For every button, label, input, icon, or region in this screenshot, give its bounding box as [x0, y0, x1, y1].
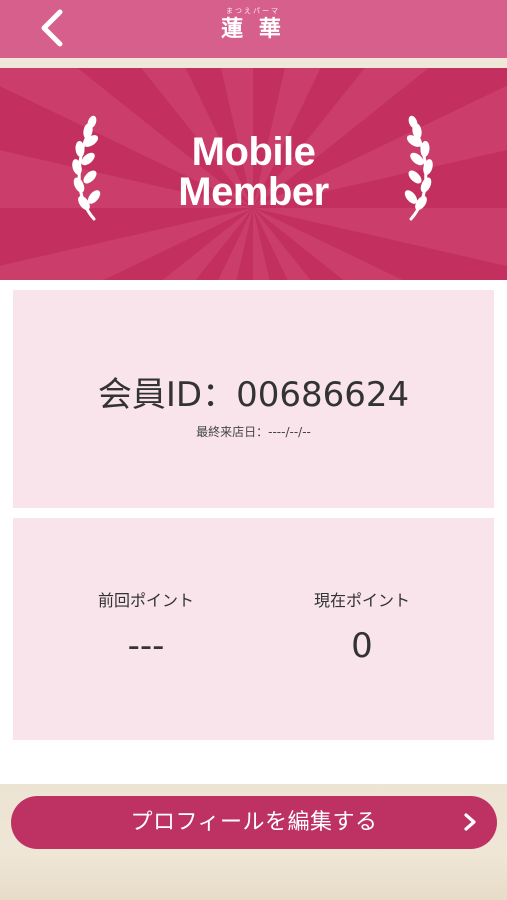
- last-visit-label: 最終来店日：: [196, 425, 269, 439]
- member-id-value: 00686624: [236, 375, 410, 415]
- member-banner: Mobile Member: [0, 68, 507, 280]
- laurel-icon: [404, 115, 433, 221]
- previous-points-value: ---: [127, 626, 165, 666]
- chevron-left-icon: [41, 9, 63, 47]
- brand-logo: まつえパーマ 蓮 華: [203, 6, 303, 52]
- current-points-label: 現在ポイント: [313, 591, 410, 610]
- edit-profile-button[interactable]: プロフィールを編集する: [11, 796, 497, 849]
- member-id: 会員ID：00686624: [13, 374, 494, 416]
- points-card: 前回ポイント --- 現在ポイント 0: [13, 518, 494, 740]
- member-id-card: 会員ID：00686624 最終来店日：----/--/--: [13, 290, 494, 508]
- last-visit: 最終来店日：----/--/--: [13, 424, 494, 440]
- last-visit-value: ----/--/--: [268, 425, 311, 439]
- previous-points-label: 前回ポイント: [97, 591, 194, 610]
- app-header: まつえパーマ 蓮 華: [0, 0, 507, 58]
- header-divider: [0, 58, 507, 68]
- current-points: 現在ポイント 0: [267, 590, 457, 666]
- edit-profile-label: プロフィールを編集する: [130, 810, 378, 835]
- current-points-value: 0: [351, 626, 373, 666]
- member-id-label: 会員ID：: [97, 375, 237, 415]
- logo-ruby-text: まつえパーマ: [226, 7, 280, 15]
- chevron-right-icon: [464, 813, 476, 831]
- logo-text: 蓮 華: [221, 16, 285, 42]
- previous-points: 前回ポイント ---: [51, 590, 241, 666]
- back-button[interactable]: [30, 4, 78, 52]
